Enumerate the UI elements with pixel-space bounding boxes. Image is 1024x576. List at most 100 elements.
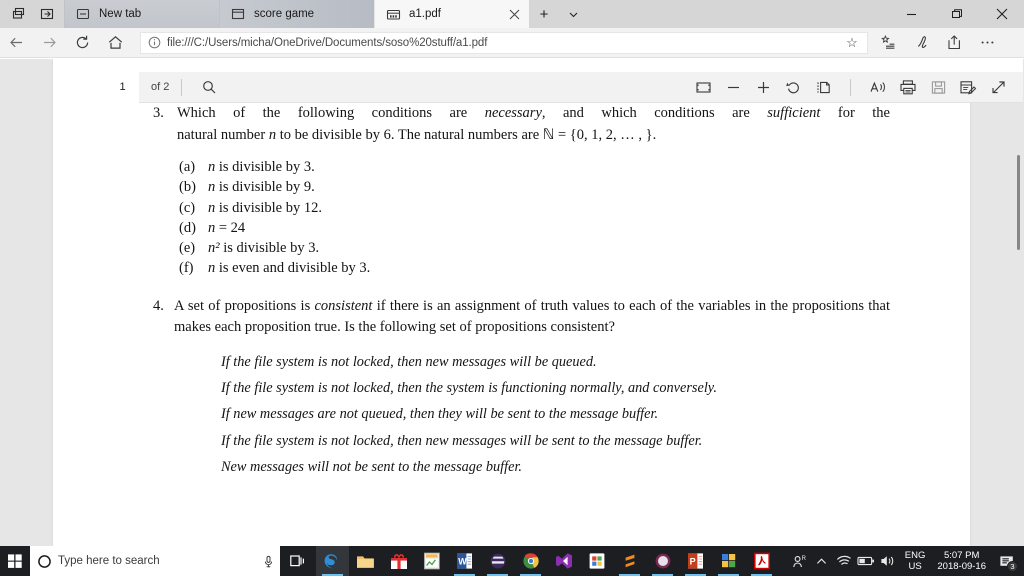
forward-button[interactable] xyxy=(33,28,66,58)
taskbar-app-gift[interactable] xyxy=(382,546,415,576)
chevron-down-icon[interactable] xyxy=(559,0,587,28)
search-input[interactable]: Type here to search xyxy=(30,546,280,576)
q4-em-consistent: consistent xyxy=(314,297,373,314)
taskbar-app-visual-studio[interactable] xyxy=(547,546,580,576)
close-icon[interactable] xyxy=(505,5,523,23)
taskbar-app-word[interactable]: W xyxy=(448,546,481,576)
zoom-in-button[interactable] xyxy=(748,72,778,103)
tab-score-game[interactable]: score game xyxy=(219,0,374,28)
option-body: = 24 xyxy=(215,219,246,236)
page-number-input[interactable]: 1 xyxy=(106,71,139,103)
toolbar-divider-2 xyxy=(850,78,851,96)
refresh-button[interactable] xyxy=(66,28,99,58)
floppy-save-icon[interactable] xyxy=(923,72,953,103)
new-tab-button[interactable]: + xyxy=(529,0,559,28)
tab-new-tab[interactable]: New tab xyxy=(64,0,219,28)
read-aloud-icon[interactable] xyxy=(863,72,893,103)
browser-window: New tab score game a1.pdf + file:///C:/U… xyxy=(0,0,1024,576)
url-text[interactable]: file:///C:/Users/micha/OneDrive/Document… xyxy=(167,37,837,49)
q3-text-c: for the xyxy=(820,105,890,121)
option-variable: n² xyxy=(208,240,220,257)
navigation-bar: file:///C:/Users/micha/OneDrive/Document… xyxy=(0,28,1024,58)
taskbar-app-microsoft-store[interactable] xyxy=(580,546,613,576)
search-placeholder: Type here to search xyxy=(58,555,160,567)
q3-text-a: Which of the following conditions are xyxy=(177,105,485,121)
make-a-web-note-pen-icon[interactable] xyxy=(905,28,938,58)
show-hidden-icons-chevron-up-icon[interactable] xyxy=(811,546,833,576)
option-text: n² is divisible by 3. xyxy=(208,238,319,258)
taskbar-app-acrobat-reader[interactable] xyxy=(745,546,778,576)
pdf-page: … ((p → q) ∧ (q → r)) → (p → r) 1 of 2 xyxy=(53,59,1023,546)
notification-icon[interactable]: 3 xyxy=(992,546,1022,576)
taskbar-app-powerpoint[interactable]: P xyxy=(679,546,712,576)
printer-icon[interactable] xyxy=(893,72,923,103)
language-indicator[interactable]: ENG US xyxy=(899,546,932,576)
tab-strip: New tab score game a1.pdf + xyxy=(0,0,1024,28)
list-item: (a) n is divisible by 3. xyxy=(179,157,952,177)
option-label: (a) xyxy=(179,159,196,175)
window-icon xyxy=(230,6,246,22)
question-3: 3. Which of the following conditions are… xyxy=(153,103,890,146)
taskbar-app-sublime-text[interactable] xyxy=(613,546,646,576)
info-icon[interactable] xyxy=(141,33,167,53)
people-icon[interactable]: R xyxy=(789,546,811,576)
windows-taskbar: Type here to search W P R ENG US 5:07 PM… xyxy=(0,546,1024,576)
task-view-button[interactable] xyxy=(280,546,316,576)
svg-text:W: W xyxy=(458,556,467,566)
rotate-icon[interactable] xyxy=(778,72,808,103)
option-text: n = 24 xyxy=(208,218,245,238)
maximize-restore-button[interactable] xyxy=(934,0,979,28)
volume-icon[interactable] xyxy=(877,546,899,576)
zoom-out-button[interactable] xyxy=(718,72,748,103)
start-icon[interactable] xyxy=(0,546,30,576)
expand-arrows-icon[interactable] xyxy=(983,72,1013,103)
back-button[interactable] xyxy=(0,28,33,58)
minimize-button[interactable] xyxy=(889,0,934,28)
microphone-icon[interactable] xyxy=(256,555,280,568)
fit-page-icon[interactable] xyxy=(688,72,718,103)
page-layout-icon[interactable] xyxy=(808,72,838,103)
clock-date: 2018-09-16 xyxy=(937,561,986,572)
q3-line2-a: natural number xyxy=(177,126,269,143)
q3-em-sufficient: sufficient xyxy=(767,105,821,121)
wifi-icon[interactable] xyxy=(833,546,855,576)
system-tray: R ENG US 5:07 PM 2018-09-16 3 xyxy=(789,546,1024,576)
taskbar-app-spreadsheet[interactable] xyxy=(415,546,448,576)
taskbar-app-eclipse[interactable] xyxy=(481,546,514,576)
question-4-propositions: If the file system is not locked, then n… xyxy=(221,349,952,480)
home-button[interactable] xyxy=(99,28,132,58)
list-item: (b) n is divisible by 9. xyxy=(179,177,952,197)
tab-a1-pdf[interactable]: a1.pdf xyxy=(374,0,529,28)
set-tabs-aside-icon[interactable] xyxy=(34,0,60,28)
taskbar-app-edge[interactable] xyxy=(316,546,349,576)
address-bar[interactable]: file:///C:/Users/micha/OneDrive/Document… xyxy=(140,31,868,54)
vertical-scrollbar-thumb[interactable] xyxy=(1017,155,1020,250)
battery-icon[interactable] xyxy=(855,546,877,576)
list-item: (c) n is divisible by 12. xyxy=(179,198,952,218)
option-body: is divisible by 9. xyxy=(215,179,315,196)
share-icon[interactable] xyxy=(938,28,971,58)
option-body: is divisible by 3. xyxy=(215,159,315,175)
more-settings-icon[interactable] xyxy=(971,28,1004,58)
favorite-star-icon[interactable]: ☆ xyxy=(837,32,867,54)
taskbar-app-ubuntu[interactable] xyxy=(646,546,679,576)
taskbar-app-office[interactable] xyxy=(712,546,745,576)
taskbar-app-chrome[interactable] xyxy=(514,546,547,576)
option-label: (d) xyxy=(179,219,196,236)
option-body: is divisible by 12. xyxy=(215,199,322,216)
taskbar-app-file-explorer[interactable] xyxy=(349,546,382,576)
q3-text-b: , and which conditions are xyxy=(541,105,768,121)
question-4: 4. A set of propositions is consistent i… xyxy=(153,296,890,339)
note-pencil-icon[interactable] xyxy=(953,72,983,103)
tab-preview-icon[interactable] xyxy=(6,0,32,28)
favorites-hub-icon[interactable] xyxy=(872,28,905,58)
search-icon[interactable] xyxy=(194,72,224,103)
page-count-label: of 2 xyxy=(151,81,170,93)
list-item: (e) n² is divisible by 3. xyxy=(179,238,952,258)
close-window-button[interactable] xyxy=(979,0,1024,28)
blank-page-icon xyxy=(75,6,91,22)
proposition-line: If the file system is not locked, then n… xyxy=(221,353,597,370)
clock[interactable]: 5:07 PM 2018-09-16 xyxy=(931,546,992,576)
language-top: ENG xyxy=(904,550,926,561)
tab-label: New tab xyxy=(99,8,142,20)
